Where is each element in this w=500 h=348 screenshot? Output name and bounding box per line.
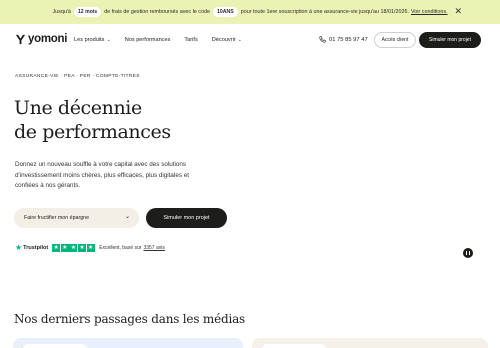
star-icon: ★: [69, 243, 78, 252]
trustpilot-widget[interactable]: ★ Trustpilot ★ ★ ★ ★ ★ Excellent, basé s…: [15, 243, 165, 252]
media-card-logo: [23, 344, 87, 348]
nav-item-label: Tarifs: [184, 37, 198, 43]
months-pill: 12 mois: [73, 7, 102, 17]
page-title-line2: de performances: [14, 121, 171, 143]
rating-text: Excellent, basé sur: [99, 244, 142, 251]
pause-icon[interactable]: [463, 248, 473, 258]
logo-text: yomoni: [28, 33, 68, 45]
yomoni-logo-icon: [15, 34, 26, 44]
hero-lead-line3: confiées à nos gérants.: [15, 182, 81, 189]
nav-menu: Les produits ⌄ Nos performances Tarifs D…: [74, 37, 256, 43]
nav-item-label: Les produits: [74, 37, 105, 43]
star-icon: ★: [60, 243, 69, 252]
conditions-link[interactable]: Voir conditions.: [411, 9, 448, 15]
banner-text-after: pour toute 1ere souscription à une assur…: [240, 9, 409, 15]
chevron-down-icon: ⌄: [124, 214, 130, 220]
nav-item-decouvrir[interactable]: Découvrir ⌄: [212, 37, 242, 43]
client-access-button[interactable]: Accès client: [374, 32, 416, 48]
close-icon[interactable]: ✕: [454, 6, 462, 16]
phone-number: 01 75 85 97 47: [329, 36, 368, 43]
promo-banner: Jusqu'à 12 mois de frais de gestion remb…: [0, 0, 500, 24]
nav-item-label: Découvrir: [211, 37, 236, 43]
goal-select[interactable]: Faire fructifier mon épargne ⌄: [14, 208, 139, 228]
star-icon: ★: [78, 243, 87, 252]
goal-select-value: Faire fructifier mon épargne: [24, 215, 90, 221]
nav-item-performances[interactable]: Nos performances: [125, 37, 171, 43]
promo-code-pill: 10ANS: [212, 7, 238, 17]
hero-lead-line2: d'investissement moins chères, plus effi…: [15, 171, 189, 179]
media-card[interactable]: [252, 338, 488, 348]
media-card-logo: [262, 344, 326, 348]
trustpilot-star-icon: ★: [15, 243, 23, 252]
simulate-project-button[interactable]: Simuler mon projet: [146, 208, 227, 228]
media-card[interactable]: [13, 338, 243, 348]
reviews-count-link[interactable]: 3357 avis: [143, 245, 164, 251]
chevron-down-icon: ⌄: [106, 37, 111, 43]
hero-lead-line1: Donnez un nouveau souffle à votre capita…: [15, 161, 187, 168]
star-icon: ★: [52, 243, 61, 252]
simulate-project-button-header[interactable]: Simuler mon projet: [419, 32, 481, 48]
hero-kicker: ASSURANCE-VIE · PEA · PER · COMPTE-TITRE…: [15, 74, 140, 79]
logo[interactable]: yomoni: [15, 33, 67, 45]
banner-text-middle: de frais de gestion remboursés avec le c…: [104, 9, 210, 15]
trustpilot-name: Trustpilot: [23, 244, 49, 251]
banner-text-before: Jusqu'à: [52, 9, 71, 15]
rating-stars: ★ ★ ★ ★ ★: [52, 243, 95, 252]
page-title-line1: Une décennie: [14, 97, 142, 119]
phone-icon: [319, 36, 326, 43]
nav-item-tarifs[interactable]: Tarifs: [184, 37, 197, 43]
phone-link[interactable]: 01 75 85 97 47: [319, 36, 368, 43]
star-icon: ★: [86, 243, 95, 252]
page-title: Une décennie de performances: [14, 96, 171, 144]
media-section-title: Nos derniers passages dans les médias: [14, 312, 246, 326]
main-nav: yomoni Les produits ⌄ Nos performances T…: [0, 24, 500, 60]
nav-item-produits[interactable]: Les produits ⌄: [74, 37, 111, 43]
hero-lead: Donnez un nouveau souffle à votre capita…: [15, 160, 235, 192]
chevron-down-icon: ⌄: [237, 37, 242, 43]
nav-item-label: Nos performances: [124, 37, 171, 43]
